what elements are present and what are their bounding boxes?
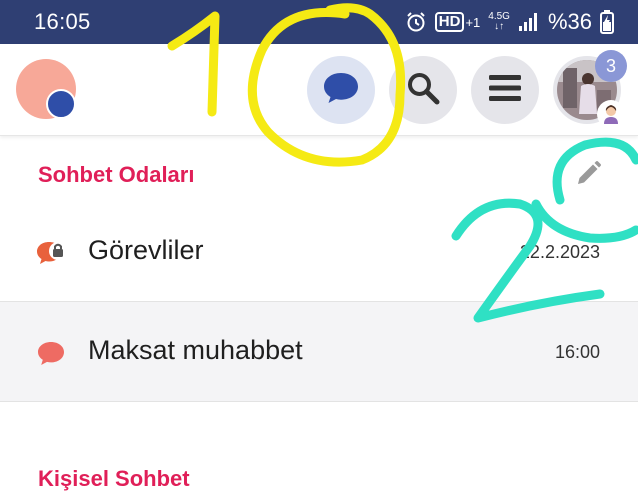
battery-charging-icon: [600, 10, 614, 34]
search-icon: [405, 70, 441, 111]
status-icons: HD +1 4.5G ↓↑ %36: [405, 8, 614, 36]
pencil-icon: [574, 160, 602, 193]
battery-percent: %36: [547, 9, 592, 34]
chat-rooms-section-title: Sohbet Odaları: [38, 162, 195, 187]
notification-badge: 3: [595, 50, 627, 82]
chats-button[interactable]: [307, 56, 375, 124]
status-emoji-icon: [597, 100, 625, 128]
signal-icon: [518, 12, 540, 32]
hd-suffix: +1: [465, 14, 481, 30]
search-button[interactable]: [389, 56, 457, 124]
chat-room-time: 22.2.2023: [519, 242, 600, 262]
personal-chat-section-title: Kişisel Sohbet: [38, 466, 190, 491]
top-app-bar: 3: [0, 44, 638, 136]
hd-voice-icon: HD +1: [434, 12, 481, 32]
chat-room-row[interactable]: Görevliler 22.2.2023: [0, 202, 638, 302]
hd-label: HD: [434, 12, 465, 32]
chat-room-name: Maksat muhabbet: [88, 335, 303, 365]
edit-button[interactable]: [572, 160, 604, 192]
locked-chat-room-icon: [34, 238, 70, 268]
chat-bubble-icon: [322, 71, 360, 110]
status-time: 16:05: [34, 9, 91, 34]
logo-small-circle: [46, 89, 76, 119]
status-bar: 16:05 HD +1 4.5G ↓↑ %36: [0, 0, 638, 44]
chat-room-row[interactable]: Maksat muhabbet 16:00: [0, 302, 638, 402]
hamburger-icon: [488, 73, 522, 108]
alarm-icon: [405, 11, 427, 33]
chat-room-icon: [34, 338, 70, 368]
profile-button[interactable]: 3: [553, 50, 627, 128]
menu-button[interactable]: [471, 56, 539, 124]
network-type-icon: 4.5G ↓↑: [488, 11, 510, 32]
chat-room-name: Görevliler: [88, 235, 204, 265]
chat-room-time: 16:00: [554, 342, 600, 362]
app-logo[interactable]: [16, 59, 78, 121]
